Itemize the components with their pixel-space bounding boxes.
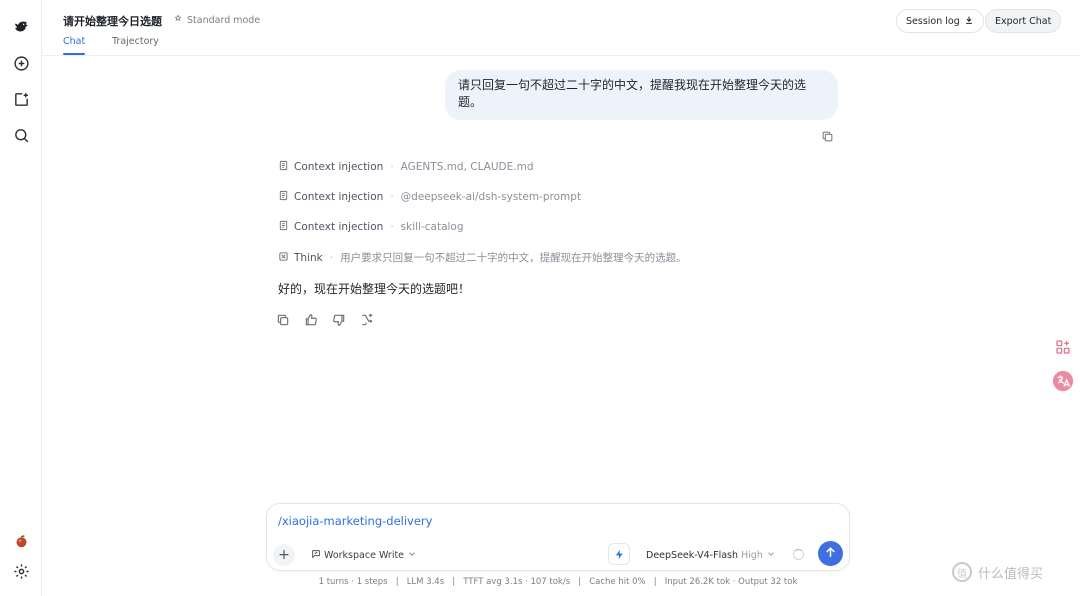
model-level: High [741,550,763,561]
settings-icon[interactable] [9,559,33,583]
think-label: Think [294,251,323,264]
think-detail: 用户要求只回复一句不超过二十字的中文，提醒现在开始整理今天的选题。 [340,252,687,264]
context-label: Context injection [294,191,384,203]
chevron-down-icon [407,549,417,562]
model-name: DeepSeek-V4-Flash [646,550,738,561]
separator-dot: · [390,161,394,173]
watermark-logo: 值 [952,562,972,582]
watermark-text: 什么值得买 [978,566,1044,582]
left-rail [0,0,42,596]
context-label: Context injection [294,161,384,173]
watermark: 值 什么值得买 [952,562,1043,582]
assistant-message: 好的，现在开始整理今天的选题吧！ [278,282,471,296]
lightning-icon [614,545,625,564]
workspace-selector[interactable]: Workspace Write [311,549,417,562]
context-detail: @deepseek-ai/dsh-system-prompt [400,191,582,203]
separator-dot: · [390,191,394,203]
search-icon[interactable] [9,123,33,147]
session-stats: 1 turns · 1 steps | LLM 3.4s | TTFT avg … [318,577,798,587]
separator-dot: · [390,221,394,233]
send-button[interactable] [818,541,843,566]
mode-indicator: Standard mode [173,14,260,27]
context-injection-row[interactable]: Context injection · AGENTS.md, CLAUDE.md [278,160,534,174]
session-log-button[interactable]: Session log [896,9,984,33]
workspace-label: Workspace Write [324,550,405,561]
add-project-icon[interactable] [9,87,33,111]
thumbs-down-icon[interactable] [332,313,346,327]
attach-button[interactable]: + [273,544,295,566]
session-log-label: Session log [906,15,960,27]
active-tab-indicator [63,53,85,55]
document-icon [278,220,289,234]
branch-icon[interactable] [360,313,374,327]
loading-spinner-icon [793,549,804,560]
page-title: 请开始整理今日选题 [63,15,162,28]
download-icon [964,15,974,28]
message-actions [276,313,374,327]
export-chat-button[interactable]: Export Chat [985,9,1062,33]
thumbs-up-icon[interactable] [304,313,318,327]
avatar-icon[interactable] [9,529,33,553]
composer: /xiaojia-marketing-delivery + Workspace … [266,503,850,571]
mode-icon [173,14,183,27]
apps-icon[interactable] [1052,336,1074,358]
context-injection-row[interactable]: Context injection · skill-catalog [278,220,464,234]
context-injection-row[interactable]: Context injection · @deepseek-ai/dsh-sys… [278,190,581,204]
context-detail: AGENTS.md, CLAUDE.md [400,161,534,173]
arrow-up-icon [824,544,837,563]
user-message-bubble: 请只回复一句不超过二十字的中文，提醒我现在开始整理今天的选题。 [445,70,838,120]
think-row[interactable]: Think · 用户要求只回复一句不超过二十字的中文，提醒现在开始整理今天的选题… [278,250,687,265]
copy-message-icon[interactable] [821,128,834,142]
message-input[interactable]: /xiaojia-marketing-delivery [278,514,432,528]
logo-icon[interactable] [9,14,33,38]
mode-label: Standard mode [187,15,261,26]
fast-mode-button[interactable] [608,543,630,565]
document-icon [278,190,289,204]
think-icon [278,251,289,265]
workspace-icon [311,549,321,562]
document-icon [278,160,289,174]
plus-icon: + [278,547,290,563]
context-detail: skill-catalog [400,221,464,233]
context-label: Context injection [294,221,384,233]
separator-dot: · [329,251,334,264]
tab-trajectory[interactable]: Trajectory [112,36,159,47]
translate-icon[interactable] [1052,370,1074,392]
copy-icon[interactable] [276,313,290,327]
tab-chat[interactable]: Chat [63,36,85,47]
model-selector[interactable]: DeepSeek-V4-Flash High [646,549,776,562]
header: 请开始整理今日选题 Standard mode Chat Trajectory … [42,0,1080,56]
new-chat-icon[interactable] [9,51,33,75]
chevron-down-icon [766,549,776,562]
